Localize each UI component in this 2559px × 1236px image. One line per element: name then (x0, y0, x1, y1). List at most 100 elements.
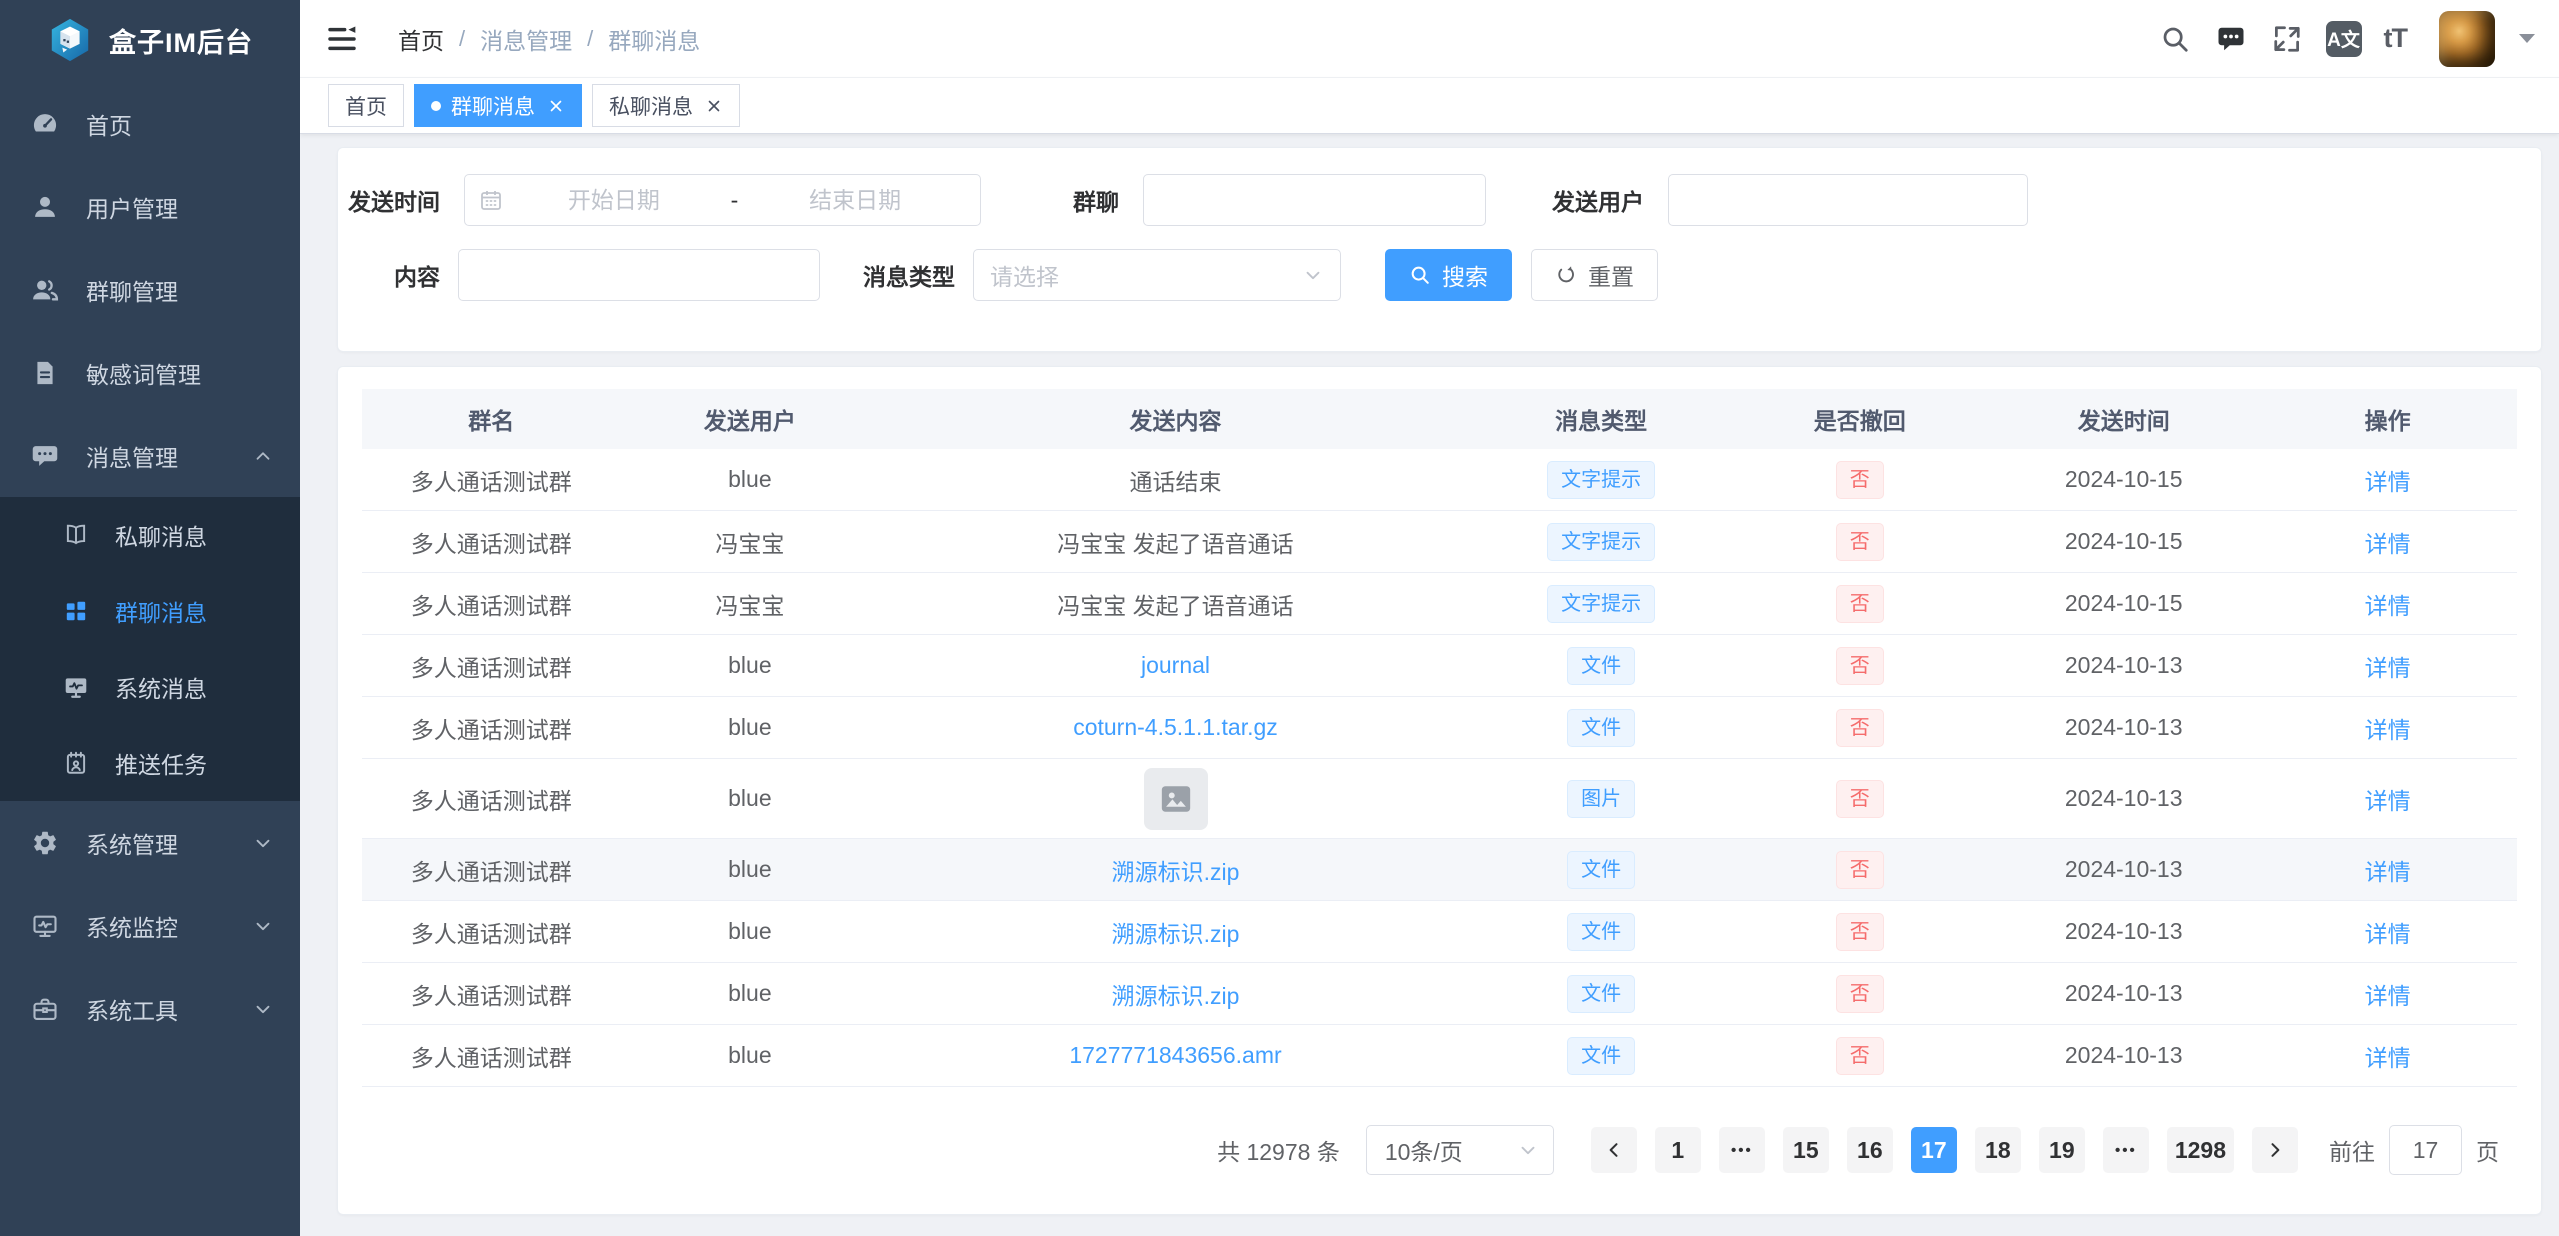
detail-link[interactable]: 详情 (2365, 983, 2411, 1009)
pager-next-button[interactable] (2252, 1127, 2298, 1173)
sidebar-fold-icon[interactable] (326, 22, 360, 56)
pager-page-button[interactable]: 17 (1911, 1127, 1957, 1173)
file-link[interactable]: 溯源标识.zip (1112, 921, 1240, 947)
start-date-input[interactable] (503, 187, 725, 214)
message-type-select[interactable]: 请选择 (973, 249, 1341, 301)
detail-link[interactable]: 详情 (2365, 531, 2411, 557)
content-input[interactable] (458, 249, 820, 301)
page-size-select[interactable]: 10条/页 (1366, 1125, 1554, 1175)
message-type-badge: 文件 (1567, 709, 1635, 747)
message-type-badge: 文字提示 (1547, 461, 1655, 499)
detail-link[interactable]: 详情 (2365, 655, 2411, 681)
cell-actions: 详情 (2258, 977, 2517, 1011)
cell-message-type: 文字提示 (1472, 523, 1731, 561)
pager-ellipsis[interactable]: ••• (2103, 1127, 2149, 1173)
pager-prev-button[interactable] (1591, 1127, 1637, 1173)
file-link[interactable]: 1727771843656.amr (1069, 1042, 1281, 1068)
message-bubble-icon[interactable] (2214, 22, 2248, 56)
file-link[interactable]: 溯源标识.zip (1112, 859, 1240, 885)
pager-page-button[interactable]: 19 (2039, 1127, 2085, 1173)
logo: 盒子IM后台 (0, 0, 300, 80)
reset-button[interactable]: 重置 (1531, 249, 1658, 301)
pager-page-button[interactable]: 16 (1847, 1127, 1893, 1173)
sidebar-item-label: 私聊消息 (115, 518, 207, 552)
group-input[interactable] (1143, 174, 1486, 226)
sidebar-item-system-monitor[interactable]: 系统监控 (0, 884, 300, 967)
cell-content: journal (879, 652, 1472, 679)
tab-close-icon[interactable] (705, 97, 723, 115)
detail-link[interactable]: 详情 (2365, 717, 2411, 743)
font-size-icon[interactable]: tT (2384, 23, 2407, 54)
sidebar-item-system-manage[interactable]: 系统管理 (0, 801, 300, 884)
detail-link[interactable]: 详情 (2365, 859, 2411, 885)
sidebar-item-user-manage[interactable]: 用户管理 (0, 165, 300, 248)
chevron-down-icon (1517, 1139, 1539, 1161)
recalled-badge: 否 (1836, 1037, 1884, 1075)
sidebar-item-message-manage[interactable]: 消息管理 (0, 414, 300, 497)
breadcrumb-item[interactable]: 首页 (398, 22, 444, 56)
pager-page-button[interactable]: 1298 (2167, 1127, 2234, 1173)
detail-link[interactable]: 详情 (2365, 1045, 2411, 1071)
cell-sender: blue (621, 856, 880, 883)
table-row: 多人通话测试群blue溯源标识.zip文件否2024-10-13详情 (362, 839, 2517, 901)
sidebar-item-system-tools[interactable]: 系统工具 (0, 967, 300, 1050)
message-type-placeholder: 请选择 (990, 258, 1302, 292)
message-type-badge: 文件 (1567, 647, 1635, 685)
date-range-input[interactable]: - (464, 174, 981, 226)
detail-link[interactable]: 详情 (2365, 593, 2411, 619)
sidebar-item-sensitive-words[interactable]: 敏感词管理 (0, 331, 300, 414)
avatar[interactable] (2439, 11, 2495, 67)
pager-page-button[interactable]: 1 (1655, 1127, 1701, 1173)
recalled-badge: 否 (1836, 851, 1884, 889)
table-row: 多人通话测试群冯宝宝冯宝宝 发起了语音通话文字提示否2024-10-15详情 (362, 573, 2517, 635)
chevron-down-icon (1302, 264, 1324, 286)
translate-icon[interactable]: A文 (2326, 21, 2362, 57)
sender-input[interactable] (1668, 174, 2028, 226)
file-link[interactable]: 溯源标识.zip (1112, 983, 1240, 1009)
monitor-pulse-icon (62, 673, 90, 701)
monitor-chart-icon (30, 911, 60, 941)
cell-recalled: 否 (1730, 709, 1989, 747)
pager-page-button[interactable]: 15 (1783, 1127, 1829, 1173)
pager-page-button[interactable]: 18 (1975, 1127, 2021, 1173)
search-button[interactable]: 搜索 (1385, 249, 1512, 301)
end-date-input[interactable] (744, 187, 966, 214)
tab-home[interactable]: 首页 (328, 84, 404, 127)
recalled-badge: 否 (1836, 975, 1884, 1013)
sidebar-item-private-messages[interactable]: 私聊消息 (0, 497, 300, 573)
sidebar-item-system-messages[interactable]: 系统消息 (0, 649, 300, 725)
tab-private-messages[interactable]: 私聊消息 (592, 84, 740, 127)
tab-close-icon[interactable] (547, 97, 565, 115)
cell-actions: 详情 (2258, 915, 2517, 949)
sidebar-item-push-tasks[interactable]: 推送任务 (0, 725, 300, 801)
detail-link[interactable]: 详情 (2365, 788, 2411, 814)
tab-group-messages[interactable]: 群聊消息 (414, 84, 582, 127)
column-header: 是否撤回 (1730, 402, 1989, 436)
sidebar-item-home[interactable]: 首页 (0, 82, 300, 165)
cell-content: 溯源标识.zip (879, 915, 1472, 949)
column-header: 发送内容 (879, 402, 1472, 436)
cell-message-type: 文字提示 (1472, 585, 1731, 623)
cell-content: 冯宝宝 发起了语音通话 (879, 587, 1472, 621)
avatar-caret-icon[interactable] (2519, 34, 2535, 43)
goto-page-input[interactable] (2389, 1125, 2462, 1175)
document-icon (30, 358, 60, 388)
recalled-badge: 否 (1836, 585, 1884, 623)
cell-sender: blue (621, 918, 880, 945)
pager-ellipsis[interactable]: ••• (1719, 1127, 1765, 1173)
sidebar-item-group-messages[interactable]: 群聊消息 (0, 573, 300, 649)
fullscreen-icon[interactable] (2270, 22, 2304, 56)
file-link[interactable]: coturn-4.5.1.1.tar.gz (1073, 714, 1278, 740)
detail-link[interactable]: 详情 (2365, 921, 2411, 947)
cell-send-date: 2024-10-13 (1989, 652, 2258, 679)
cell-send-date: 2024-10-13 (1989, 980, 2258, 1007)
search-icon[interactable] (2158, 22, 2192, 56)
task-icon (62, 749, 90, 777)
sidebar-item-group-manage[interactable]: 群聊管理 (0, 248, 300, 331)
table-row: 多人通话测试群blue图片否2024-10-13详情 (362, 759, 2517, 839)
image-thumbnail[interactable] (1144, 768, 1208, 830)
detail-link[interactable]: 详情 (2365, 469, 2411, 495)
pager-pages: 1 ••• 15 16 17 18 19 ••• 1298 (1646, 1127, 2243, 1173)
file-link[interactable]: journal (1141, 652, 1210, 678)
chevron-up-icon (252, 445, 274, 467)
